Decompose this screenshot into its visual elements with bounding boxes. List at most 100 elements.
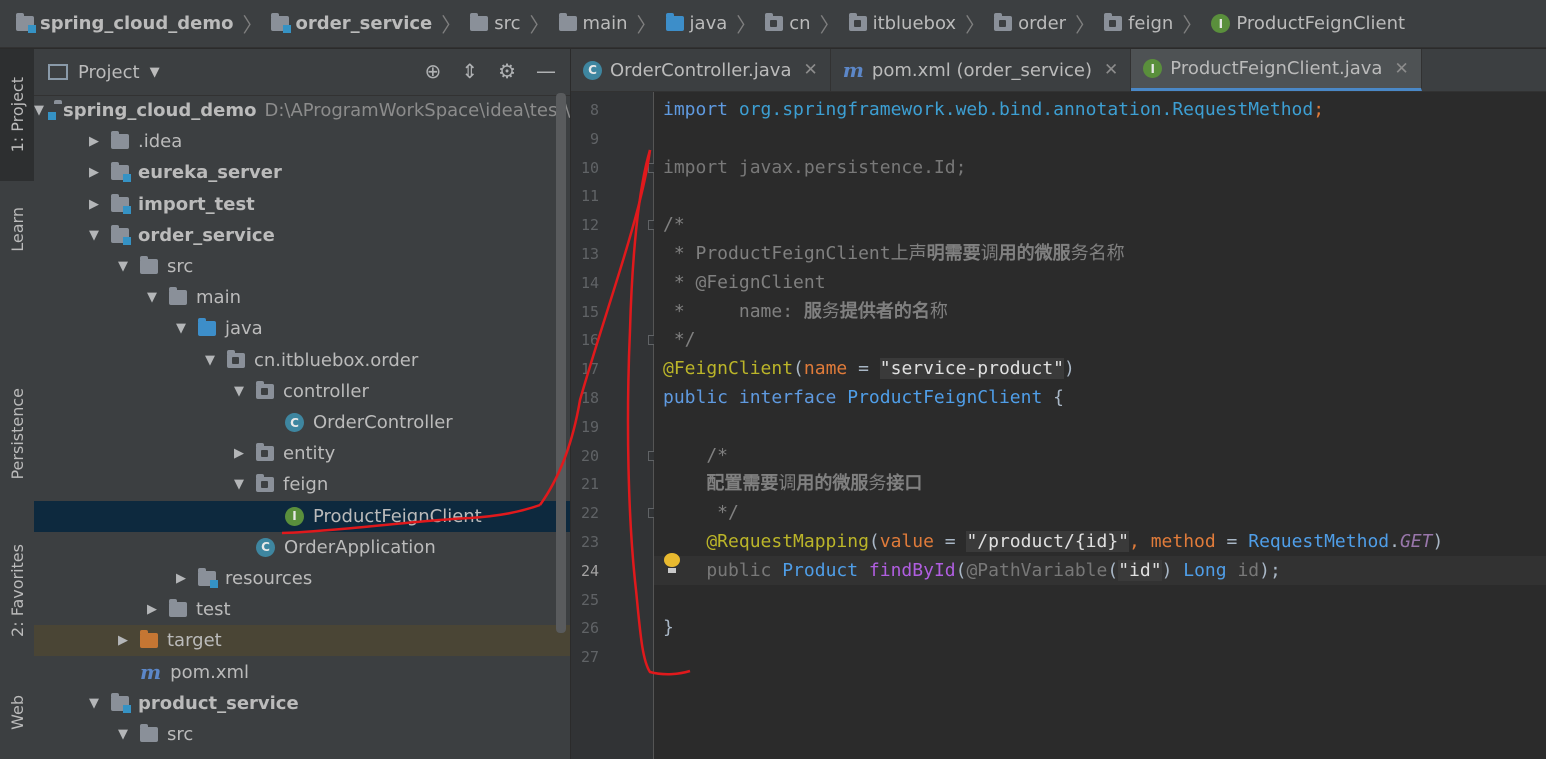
code-token: /* <box>663 444 729 466</box>
editor-tab-label: pom.xml (order_service) <box>871 59 1093 81</box>
code-editor[interactable]: import org.springframework.web.bind.anno… <box>654 92 1546 759</box>
close-icon[interactable]: ✕ <box>803 60 817 80</box>
gear-icon[interactable]: ⚙ <box>498 59 516 83</box>
breadcrumb-item[interactable]: src <box>470 13 521 34</box>
chevron-right-icon[interactable]: ▶ <box>87 197 101 212</box>
chevron-right-icon[interactable]: ▶ <box>116 633 130 648</box>
editor-tab-label: OrderController.java <box>610 59 792 81</box>
project-view-title[interactable]: Project <box>78 62 140 83</box>
chevron-down-icon[interactable]: ▼ <box>174 321 188 336</box>
tab-persistence-tool[interactable]: Persistence <box>0 369 34 499</box>
folder-icon <box>169 287 187 306</box>
chevron-right-icon[interactable]: ▶ <box>87 165 101 180</box>
breadcrumb-label: order <box>1018 13 1067 34</box>
chevron-down-icon[interactable]: ▼ <box>232 477 246 492</box>
breadcrumb-item[interactable]: itbluebox <box>848 13 957 34</box>
tree-item[interactable]: ▶ eureka_server <box>34 157 570 188</box>
tree-item[interactable]: ▼ main <box>34 282 570 313</box>
chevron-down-icon[interactable]: ▼ <box>87 228 101 243</box>
line-number: 22 <box>580 504 599 523</box>
breadcrumb-item[interactable]: I ProductFeignClient <box>1211 13 1405 34</box>
close-icon[interactable]: ✕ <box>1394 59 1408 79</box>
breadcrumb-item[interactable]: order <box>994 13 1066 34</box>
class-icon: C <box>583 60 602 80</box>
chevron-right-icon[interactable]: ▶ <box>145 602 159 617</box>
editor-tab[interactable]: C OrderController.java ✕ <box>571 49 831 91</box>
code-token: ( <box>1107 559 1119 581</box>
editor-tab[interactable]: I ProductFeignClient.java ✕ <box>1131 49 1422 91</box>
code-token: @RequestMapping <box>663 531 869 552</box>
tree-item[interactable]: ▼ cn.itbluebox.order <box>34 345 570 376</box>
line-number: 25 <box>580 590 599 609</box>
chevron-down-icon[interactable]: ▼ <box>232 384 246 399</box>
collapse-all-icon[interactable]: ⇕ <box>461 59 478 83</box>
code-token: = <box>847 358 880 380</box>
breadcrumb-item[interactable]: feign <box>1104 13 1173 34</box>
code-token: value <box>879 531 934 552</box>
package-icon <box>994 13 1013 31</box>
lightbulb-icon[interactable] <box>664 553 680 573</box>
line-number: 20 <box>580 446 599 465</box>
tree-item[interactable]: ▶ .idea <box>34 126 570 157</box>
tree-item[interactable]: ▼ feign <box>34 469 570 500</box>
editor-gutter: 8 9 10 11 12 13 14 15 16 17 18 19 20 21 22 23 24 25 26 27 <box>571 92 658 759</box>
tree-item[interactable]: ▶ test <box>34 594 570 625</box>
tab-project-tool[interactable]: 1: Project <box>0 49 34 181</box>
chevron-down-icon[interactable]: ▼ <box>87 696 101 711</box>
tree-item[interactable]: ▼ java <box>34 313 570 344</box>
tree-item[interactable]: ▶ target <box>34 625 570 657</box>
chevron-right-icon[interactable]: ▶ <box>232 446 246 461</box>
tree-item[interactable]: ▼ src <box>34 251 570 282</box>
interface-icon: I <box>285 506 304 526</box>
breadcrumb-item[interactable]: java <box>665 13 727 34</box>
breadcrumb-item[interactable]: spring_cloud_demo <box>16 13 233 34</box>
breadcrumb-label: itbluebox <box>872 13 957 34</box>
line-number: 26 <box>580 619 599 638</box>
tree-item-label: entity <box>283 443 336 465</box>
tree-item[interactable]: ▼ spring_cloud_demo D:\AProgramWorkSpace\i… <box>34 95 570 126</box>
interface-icon: I <box>1143 59 1163 78</box>
tree-item-label: import_test <box>138 193 255 215</box>
tree-item[interactable]: ▶ resources <box>34 563 570 594</box>
breadcrumb-item[interactable]: main <box>558 13 628 34</box>
chevron-right-icon[interactable]: ▶ <box>174 571 188 586</box>
code-token: Product <box>782 559 869 581</box>
package-icon <box>256 380 274 399</box>
tree-item[interactable]: C OrderController <box>34 407 570 438</box>
tab-favorites-tool[interactable]: 2: Favorites <box>0 527 34 653</box>
tree-item[interactable]: ▶ entity <box>34 438 570 469</box>
chevron-right-icon[interactable]: ▶ <box>87 134 101 149</box>
close-icon[interactable]: ✕ <box>1104 60 1118 80</box>
tree-item[interactable]: m pom.xml <box>34 657 570 688</box>
tab-learn-tool[interactable]: Learn <box>0 189 34 269</box>
tab-web-tool[interactable]: Web <box>0 677 34 747</box>
minimize-icon[interactable]: — <box>536 59 556 83</box>
tree-item[interactable]: C OrderApplication <box>34 532 570 563</box>
tree-item[interactable]: ▼ controller <box>34 376 570 407</box>
chevron-down-icon[interactable]: ▼ <box>116 259 130 274</box>
code-token: ( <box>955 559 967 581</box>
breadcrumb-label: cn <box>789 13 811 34</box>
chevron-down-icon[interactable]: ▼ <box>116 727 130 742</box>
chevron-down-icon[interactable]: ▼ <box>145 290 159 305</box>
tree-item[interactable]: ▼ product_service <box>34 688 570 719</box>
project-scrollbar[interactable] <box>556 93 566 633</box>
code-token: public <box>663 559 783 581</box>
line-number: 19 <box>580 417 599 436</box>
tree-item[interactable]: ▼ src <box>34 719 570 750</box>
code-line: @RequestMapping(value = "/product/{id}",… <box>663 527 1443 556</box>
line-number: 9 <box>589 129 599 148</box>
breadcrumb-item[interactable]: cn <box>765 13 811 34</box>
chevron-down-icon[interactable]: ▼ <box>150 65 160 80</box>
breadcrumb-item[interactable]: order_service <box>271 13 432 34</box>
editor-tab[interactable]: m pom.xml (order_service) ✕ <box>831 49 1132 91</box>
code-line: * ProductFeignClient上声明需要调用的微服务名称 <box>663 239 1125 268</box>
tree-item[interactable]: I ProductFeignClient <box>34 500 570 532</box>
tree-item[interactable]: ▶ import_test <box>34 189 570 220</box>
tree-item[interactable]: ▼ order_service <box>34 220 570 251</box>
chevron-down-icon[interactable]: ▼ <box>34 103 44 118</box>
code-token: GET <box>1399 531 1433 552</box>
locate-target-icon[interactable]: ⊕ <box>425 59 442 83</box>
tree-item-label: ProductFeignClient <box>313 505 482 527</box>
chevron-down-icon[interactable]: ▼ <box>203 353 217 368</box>
